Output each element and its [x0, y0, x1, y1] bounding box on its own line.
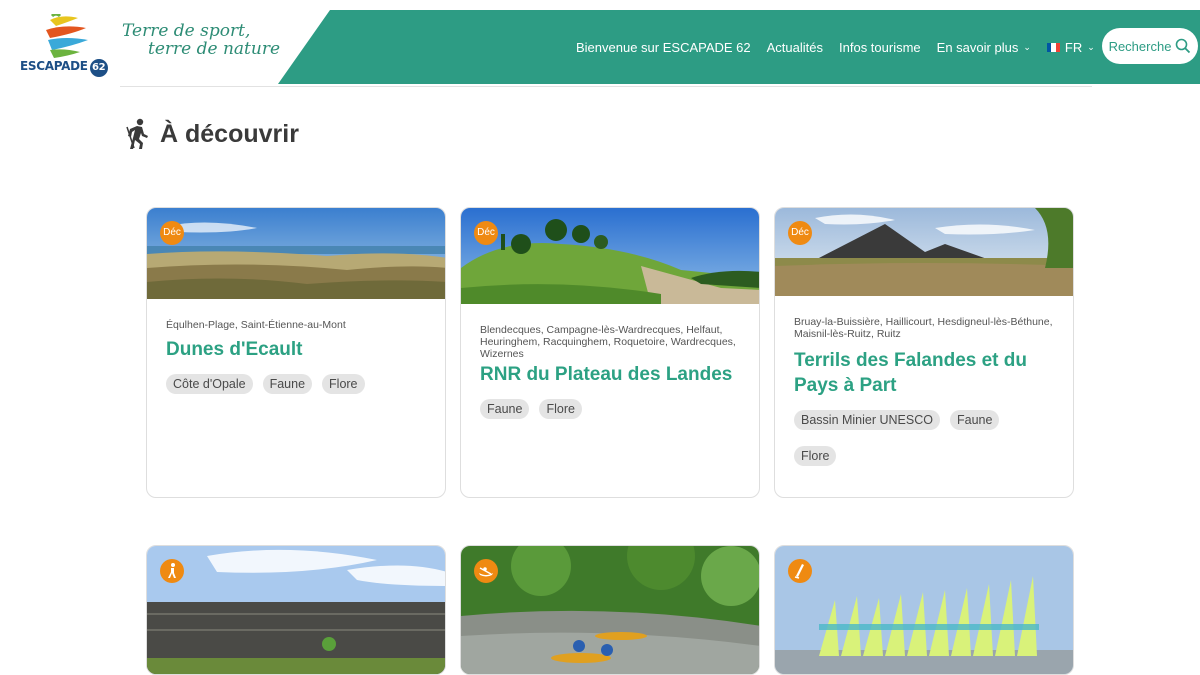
tagline-line2: terre de nature [148, 39, 281, 59]
tag[interactable]: Flore [322, 374, 365, 394]
card-location: Blendecques, Campagne-lès-Wardrecques, H… [480, 324, 736, 360]
language-selector[interactable]: FR ⌄ [1046, 40, 1095, 55]
hiker-icon [126, 118, 148, 149]
card-image: Déc [775, 208, 1073, 296]
tag[interactable]: Faune [262, 374, 313, 394]
tag[interactable]: Flore [794, 446, 837, 466]
category-badge: Déc [160, 221, 184, 245]
chevron-down-icon: ⌄ [1087, 41, 1095, 52]
tag-list: Côte d'Opale Faune Flore [166, 374, 426, 410]
card-image [461, 546, 759, 674]
card-location: Équlhen-Plage, Saint-Étienne-au-Mont [166, 319, 346, 331]
tag[interactable]: Bassin Minier UNESCO [794, 410, 940, 430]
category-badge [474, 559, 498, 583]
card-location: Bruay-la-Buissière, Haillicourt, Hesdign… [794, 316, 1053, 340]
hiker-icon [168, 563, 176, 578]
site-header: ESCAPADE 62 Terre de sport, terre de natu… [0, 0, 1200, 88]
canoe-icon [479, 567, 493, 577]
nav-bienvenue[interactable]: Bienvenue sur ESCAPADE 62 [576, 40, 751, 55]
card-title[interactable]: Dunes d'Ecault [166, 337, 426, 362]
card-image [775, 546, 1073, 674]
tag-list: Faune Flore [480, 399, 740, 435]
category-badge [788, 559, 812, 583]
card-title[interactable]: Terrils des Falandes et du Pays à Part [794, 348, 1054, 398]
card-image [147, 546, 445, 674]
card-row2-3[interactable] [774, 545, 1074, 675]
search-label: Recherche [1108, 38, 1172, 54]
tag-list: Bassin Minier UNESCO Faune Flore [794, 410, 1054, 482]
nav-en-savoir-plus[interactable]: En savoir plus ⌄ [937, 40, 1031, 55]
nav-infos-tourisme[interactable]: Infos tourisme [839, 40, 921, 55]
section-heading: À découvrir [124, 118, 299, 150]
french-flag-icon [1046, 42, 1060, 52]
card-row2-1[interactable] [146, 545, 446, 675]
page-title: À découvrir [160, 119, 299, 148]
logo-wordmark: ESCAPADE [20, 59, 88, 73]
main-nav: Bienvenue sur ESCAPADE 62 Actualités Inf… [576, 10, 1111, 84]
tagline-line1: Terre de sport, [122, 21, 251, 41]
card-image: Déc [461, 208, 759, 304]
header-tagline: Terre de sport, terre de nature [122, 22, 280, 58]
tag[interactable]: Faune [949, 410, 1000, 430]
header-divider [120, 86, 1092, 87]
category-badge: Déc [474, 221, 498, 245]
card-dunes-decault[interactable]: Déc Équlhen-Plage, Saint-Étienne-au-Mont… [146, 207, 446, 498]
card-image: Déc [147, 208, 445, 299]
category-badge [160, 559, 184, 583]
tag[interactable]: Faune [480, 399, 530, 419]
card-title[interactable]: RNR du Plateau des Landes [480, 362, 740, 387]
tag[interactable]: Côte d'Opale [166, 374, 253, 394]
logo-number: 62 [89, 59, 108, 77]
card-row2-2[interactable] [460, 545, 760, 675]
chevron-down-icon: ⌄ [1023, 41, 1031, 52]
category-badge: Déc [788, 221, 812, 245]
card-rnr-plateau-des-landes[interactable]: Déc Blendecques, Campagne-lès-Wardrecque… [460, 207, 760, 498]
search-icon [1176, 38, 1191, 54]
escapade-logo[interactable]: ESCAPADE 62 [20, 14, 115, 78]
search-button[interactable]: Recherche [1102, 28, 1198, 64]
card-terrils-des-falandes[interactable]: Déc Bruay-la-Buissière, Haillicourt, Hes… [774, 207, 1074, 498]
sail-icon [794, 564, 804, 579]
nav-actualites[interactable]: Actualités [767, 40, 823, 55]
tag[interactable]: Flore [539, 399, 582, 419]
